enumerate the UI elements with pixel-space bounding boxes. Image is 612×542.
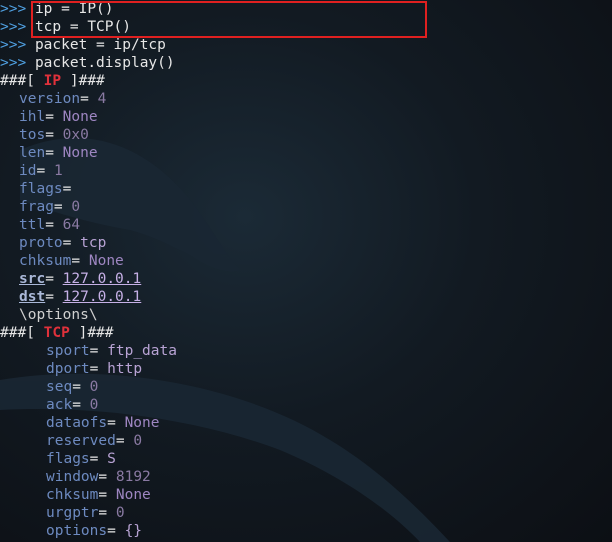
field-row: version= 4	[19, 91, 107, 107]
field-row: reserved= 0	[46, 433, 143, 449]
layer-header: ###[ IP ]###	[0, 72, 105, 90]
field-row: dataofs= None	[46, 415, 160, 431]
layer-header: ###[ TCP ]###	[0, 324, 114, 342]
field-value: None	[124, 415, 160, 431]
field-value: 0x0	[62, 127, 89, 143]
field-name: ack	[46, 397, 73, 413]
prompt-marker: >>>	[0, 1, 27, 17]
field-value: 0	[71, 199, 81, 215]
field-row: dst= 127.0.0.1	[19, 289, 142, 305]
field-value: S	[107, 451, 116, 467]
field-value: ftp_data	[107, 343, 177, 359]
prompt-marker: >>>	[0, 37, 27, 53]
field-row: dport= http	[46, 361, 143, 377]
field-row: flags= S	[46, 451, 116, 467]
field-row: ack= 0	[46, 397, 99, 413]
highlight-annotation-box	[31, 1, 427, 38]
field-value: None	[88, 253, 124, 269]
field-value: {}	[124, 523, 143, 539]
field-name: frag	[19, 199, 54, 215]
field-value: 1	[53, 163, 63, 179]
field-name: flags	[19, 181, 63, 197]
prompt-marker: >>>	[0, 19, 27, 35]
field-value: 127.0.0.1	[62, 289, 142, 305]
field-value: None	[115, 487, 151, 503]
field-name: ttl	[19, 217, 46, 233]
field-name: urgptr	[46, 505, 99, 521]
field-name: ihl	[19, 109, 46, 125]
field-row: len= None	[19, 145, 98, 161]
field-name: options	[46, 523, 108, 539]
field-name: window	[46, 469, 99, 485]
field-row: tos= 0x0	[19, 127, 89, 143]
field-name: version	[19, 91, 81, 107]
field-row: ttl= 64	[19, 217, 81, 233]
command-line: >>> packet.display()	[0, 54, 175, 72]
field-row: window= 8192	[46, 469, 151, 485]
field-name: len	[19, 145, 46, 161]
options-row: \options\	[19, 306, 98, 324]
field-row: proto= tcp	[19, 235, 107, 251]
field-value: 127.0.0.1	[62, 271, 142, 287]
field-name: flags	[46, 451, 90, 467]
field-name: dst	[19, 289, 46, 305]
field-name: id	[19, 163, 37, 179]
field-name: chksum	[19, 253, 72, 269]
field-name: reserved	[46, 433, 116, 449]
command-text: packet.display()	[34, 55, 175, 71]
command-line: >>> packet = ip/tcp	[0, 36, 166, 54]
field-row: id= 1	[19, 163, 63, 179]
field-name: tos	[19, 127, 46, 143]
field-row: frag= 0	[19, 199, 81, 215]
layer-header-prefix: ###[	[0, 325, 44, 341]
command-text: packet = ip/tcp	[34, 37, 166, 53]
field-name: chksum	[46, 487, 99, 503]
terminal-window[interactable]: >>> ip = IP() >>> tcp = TCP() >>> packet =…	[0, 0, 612, 542]
field-row: ihl= None	[19, 109, 98, 125]
field-value: 0	[89, 379, 99, 395]
field-row: src= 127.0.0.1	[19, 271, 142, 287]
field-row: options= {}	[46, 523, 143, 539]
layer-header-suffix: ]###	[61, 73, 105, 89]
field-value: 0	[115, 505, 125, 521]
field-value: 64	[62, 217, 81, 233]
field-name: seq	[46, 379, 73, 395]
field-value: None	[62, 145, 98, 161]
options-label: \options\	[19, 307, 98, 323]
field-value: 4	[97, 91, 107, 107]
layer-header-suffix: ]###	[69, 325, 114, 341]
field-row: chksum= None	[46, 487, 151, 503]
field-row: chksum= None	[19, 253, 124, 269]
field-value: 0	[133, 433, 143, 449]
field-row: sport= ftp_data	[46, 343, 177, 359]
layer-name: TCP	[43, 325, 70, 341]
prompt-marker: >>>	[0, 55, 27, 71]
field-name: src	[19, 271, 46, 287]
field-value: 0	[89, 397, 99, 413]
field-row: seq= 0	[46, 379, 99, 395]
field-row: urgptr= 0	[46, 505, 125, 521]
layer-header-prefix: ###[	[0, 73, 44, 89]
field-value: http	[107, 361, 143, 377]
field-name: sport	[46, 343, 90, 359]
field-value: 8192	[115, 469, 151, 485]
field-name: dport	[46, 361, 90, 377]
field-row: flags=	[19, 181, 81, 197]
field-name: proto	[19, 235, 63, 251]
field-value: tcp	[80, 235, 107, 251]
field-name: dataofs	[46, 415, 108, 431]
field-value: None	[62, 109, 98, 125]
layer-name: IP	[43, 73, 62, 89]
